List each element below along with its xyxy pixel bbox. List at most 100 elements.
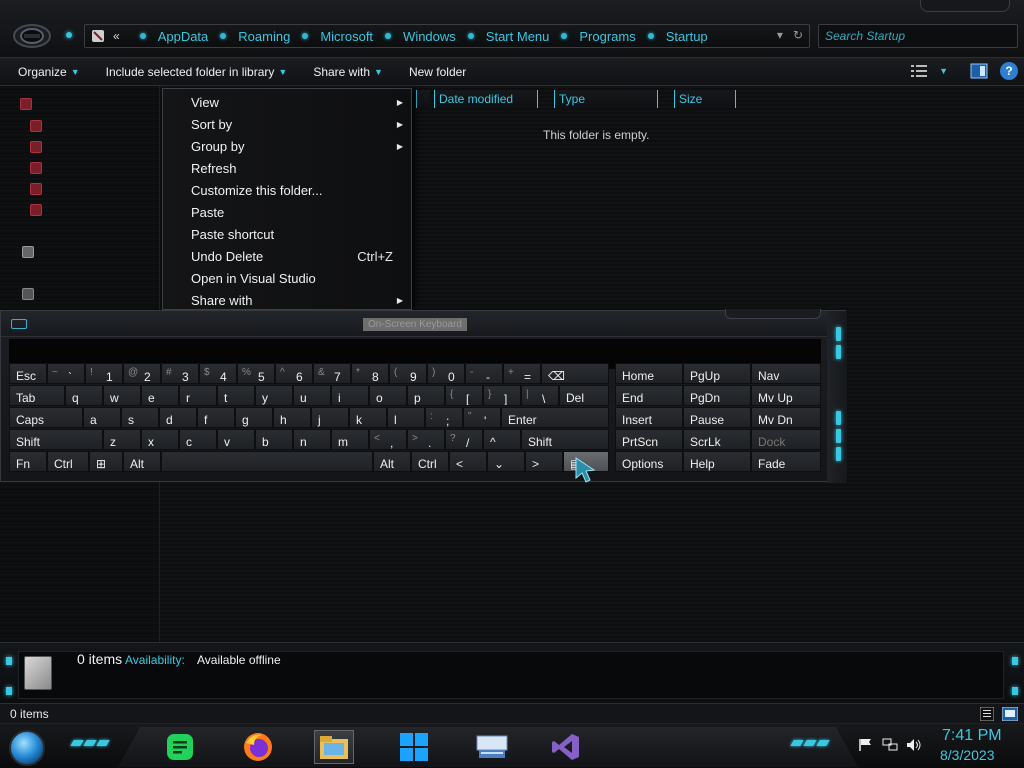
- keyboard-key[interactable]: Ctrl: [411, 451, 449, 472]
- keyboard-key[interactable]: j: [311, 407, 349, 428]
- breadcrumb-item[interactable]: AppData: [158, 29, 209, 44]
- keyboard-key[interactable]: Insert: [615, 407, 683, 428]
- start-button[interactable]: [9, 730, 45, 766]
- keyboard-key[interactable]: % 5: [237, 363, 275, 384]
- keyboard-key[interactable]: Del: [559, 385, 609, 406]
- keyboard-key[interactable]: ScrLk: [683, 429, 751, 450]
- column-header[interactable]: Date modified: [434, 90, 538, 108]
- keyboard-key[interactable]: <,: [369, 429, 407, 450]
- keyboard-key[interactable]: Shift: [9, 429, 103, 450]
- nav-computer[interactable]: [22, 288, 34, 300]
- new-folder-button[interactable]: New folder: [401, 65, 474, 79]
- context-menu-item[interactable]: Group by ▶: [191, 136, 403, 156]
- keyboard-key[interactable]: g: [235, 407, 273, 428]
- recent-locations-icon[interactable]: [66, 32, 72, 38]
- keyboard-key[interactable]: a: [83, 407, 121, 428]
- keyboard-key[interactable]: i: [331, 385, 369, 406]
- keyboard-key[interactable]: }]: [483, 385, 521, 406]
- keyboard-key[interactable]: Options: [615, 451, 683, 472]
- keyboard-key[interactable]: ⊞: [89, 451, 123, 472]
- breadcrumb-item[interactable]: Start Menu: [486, 29, 550, 44]
- keyboard-key[interactable]: h: [273, 407, 311, 428]
- nav-item[interactable]: [30, 120, 42, 132]
- keyboard-key[interactable]: & 7: [313, 363, 351, 384]
- column-header[interactable]: Size: [674, 90, 736, 108]
- breadcrumb-separator-icon[interactable]: [220, 33, 227, 39]
- keyboard-key[interactable]: ~ `: [47, 363, 85, 384]
- breadcrumb-item[interactable]: Roaming: [238, 29, 290, 44]
- keyboard-key[interactable]: m: [331, 429, 369, 450]
- keyboard-key[interactable]: ^: [483, 429, 521, 450]
- keyboard-key[interactable]: + =: [503, 363, 541, 384]
- keyboard-key[interactable]: Nav: [751, 363, 821, 384]
- keyboard-key[interactable]: y: [255, 385, 293, 406]
- context-menu-item[interactable]: View ▶: [191, 92, 403, 112]
- keyboard-key[interactable]: Pause: [683, 407, 751, 428]
- nav-favorites[interactable]: [20, 98, 32, 110]
- column-header[interactable]: Type: [554, 90, 658, 108]
- breadcrumb-item[interactable]: Microsoft: [320, 29, 373, 44]
- keyboard-key[interactable]: $4: [199, 363, 237, 384]
- keyboard-key[interactable]: c: [179, 429, 217, 450]
- nav-libraries[interactable]: [22, 246, 34, 258]
- taskbar-app-explorer[interactable]: [314, 730, 354, 764]
- context-menu-item[interactable]: Sort by ▶: [191, 114, 403, 134]
- keyboard-key[interactable]: Tab: [9, 385, 65, 406]
- change-view-icon[interactable]: [911, 64, 928, 78]
- keyboard-key[interactable]: n: [293, 429, 331, 450]
- organize-button[interactable]: Organize ▼: [10, 65, 88, 79]
- keyboard-key[interactable]: PgUp: [683, 363, 751, 384]
- nav-item[interactable]: [30, 183, 42, 195]
- context-menu-item[interactable]: Refresh: [191, 158, 403, 178]
- navigation-buttons-icon[interactable]: [12, 22, 52, 50]
- keyboard-key[interactable]: e: [141, 385, 179, 406]
- keyboard-key[interactable]: v: [217, 429, 255, 450]
- keyboard-key[interactable]: [161, 451, 373, 472]
- keyboard-key[interactable]: Alt: [123, 451, 161, 472]
- context-menu-item[interactable]: Share with ▶: [191, 290, 403, 310]
- breadcrumb-separator-icon[interactable]: [647, 33, 654, 39]
- keyboard-key[interactable]: Shift: [521, 429, 609, 450]
- keyboard-key[interactable]: >.: [407, 429, 445, 450]
- keyboard-key[interactable]: d: [159, 407, 197, 428]
- view-options-dropdown-icon[interactable]: ▼: [939, 66, 948, 76]
- network-icon[interactable]: [882, 738, 898, 752]
- breadcrumb-separator-icon[interactable]: [302, 33, 309, 39]
- address-bar[interactable]: « AppData Roaming Microsoft Windows Start Me…: [84, 24, 810, 48]
- keyboard-key[interactable]: ^ 6: [275, 363, 313, 384]
- breadcrumb-separator-icon[interactable]: [561, 33, 568, 39]
- keyboard-key[interactable]: q: [65, 385, 103, 406]
- clock-time[interactable]: 7:41 PM: [942, 727, 1002, 745]
- keyboard-key[interactable]: Dock: [751, 429, 821, 450]
- taskbar-app-on-screen-keyboard[interactable]: [472, 730, 512, 764]
- keyboard-key[interactable]: ) 0: [427, 363, 465, 384]
- context-menu-item[interactable]: Paste shortcut: [191, 224, 403, 244]
- keyboard-key[interactable]: r: [179, 385, 217, 406]
- keyboard-key[interactable]: @2: [123, 363, 161, 384]
- action-center-flag-icon[interactable]: [858, 738, 874, 752]
- share-with-button[interactable]: Share with ▼: [305, 65, 391, 79]
- keyboard-key[interactable]: Home: [615, 363, 683, 384]
- keyboard-key[interactable]: w: [103, 385, 141, 406]
- keyboard-key[interactable]: PrtScn: [615, 429, 683, 450]
- keyboard-key[interactable]: ? /: [445, 429, 483, 450]
- search-input[interactable]: [818, 24, 1018, 48]
- keyboard-key[interactable]: Fade: [751, 451, 821, 472]
- preview-pane-icon[interactable]: [970, 63, 988, 79]
- keyboard-key[interactable]: p: [407, 385, 445, 406]
- keyboard-key[interactable]: ⌫: [541, 363, 609, 384]
- keyboard-key[interactable]: t: [217, 385, 255, 406]
- keyboard-key[interactable]: | \: [521, 385, 559, 406]
- keyboard-key[interactable]: ! 1: [85, 363, 123, 384]
- breadcrumb-item[interactable]: Windows: [403, 29, 456, 44]
- keyboard-key[interactable]: k: [349, 407, 387, 428]
- nav-item[interactable]: [30, 162, 42, 174]
- keyboard-key[interactable]: ⌄: [487, 451, 525, 472]
- taskbar-app-notes[interactable]: [162, 730, 198, 764]
- keyboard-key[interactable]: (9: [389, 363, 427, 384]
- keyboard-key[interactable]: Caps: [9, 407, 83, 428]
- keyboard-key[interactable]: f: [197, 407, 235, 428]
- keyboard-key[interactable]: * 8: [351, 363, 389, 384]
- keyboard-key[interactable]: s: [121, 407, 159, 428]
- keyboard-key[interactable]: b: [255, 429, 293, 450]
